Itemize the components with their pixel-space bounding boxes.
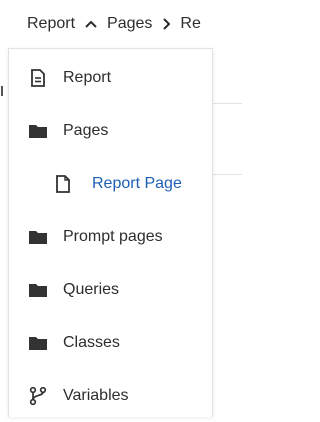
variables-branch-icon — [27, 385, 49, 407]
page-icon — [52, 173, 74, 195]
menu-item-label: Classes — [63, 333, 120, 351]
menu-item-label: Report — [63, 68, 112, 86]
menu-item-label: Queries — [63, 280, 120, 298]
menu-item-report-page[interactable]: Report Page — [9, 157, 212, 210]
menu-item-label: Report Page — [92, 174, 182, 192]
menu-item-report[interactable]: Report — [9, 51, 212, 104]
background-divider — [212, 174, 242, 175]
background-divider — [212, 103, 242, 104]
folder-icon — [27, 226, 49, 248]
chevron-right-icon — [161, 17, 171, 31]
menu-item-prompt-pages[interactable]: Prompt pages — [9, 210, 212, 263]
breadcrumb: Report Pages Re — [0, 0, 242, 48]
report-document-icon — [27, 67, 49, 89]
folder-icon — [27, 279, 49, 301]
breadcrumb-item-pages[interactable]: Pages — [107, 15, 152, 33]
menu-item-variables[interactable]: Variables — [9, 369, 212, 422]
menu-item-pages[interactable]: Pages — [9, 104, 212, 157]
menu-item-label: Pages — [63, 121, 109, 139]
breadcrumb-item-report-page[interactable]: Re — [180, 15, 200, 33]
menu-item-label: Prompt pages — [63, 227, 163, 245]
background-marker — [1, 86, 3, 96]
menu-item-classes[interactable]: Classes — [9, 316, 212, 369]
folder-icon — [27, 332, 49, 354]
menu-item-label: Variables — [63, 386, 129, 404]
menu-item-queries[interactable]: Queries — [9, 263, 212, 316]
folder-icon — [27, 120, 49, 142]
breadcrumb-dropdown-menu: Report Pages Report Page Prompt pages Qu… — [8, 48, 213, 417]
breadcrumb-item-report[interactable]: Report — [27, 15, 75, 33]
chevron-up-icon[interactable] — [84, 19, 98, 29]
